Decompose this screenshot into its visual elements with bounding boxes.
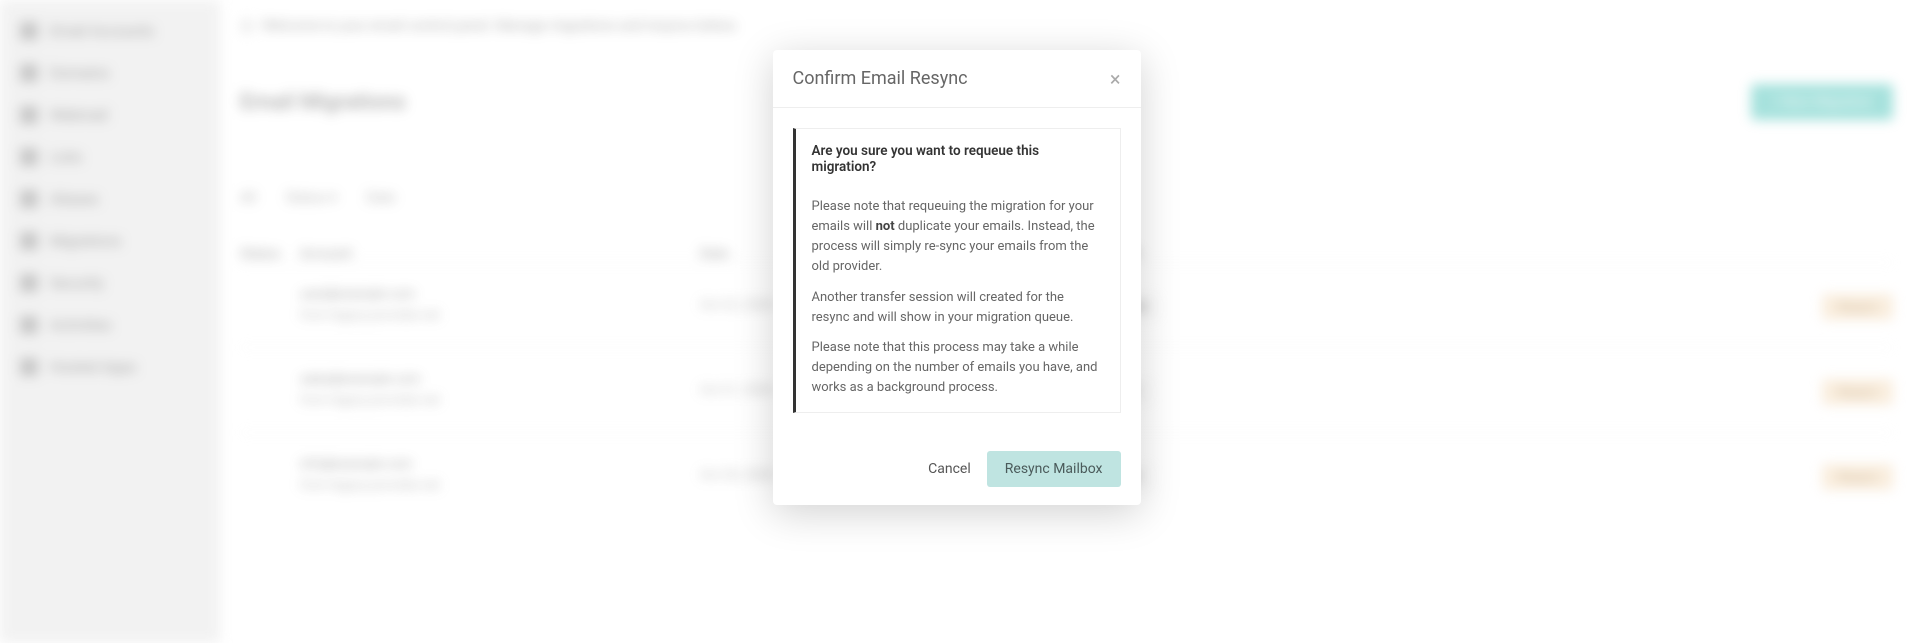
modal-message: Are you sure you want to requeue this mi… bbox=[793, 128, 1121, 413]
modal-title: Confirm Email Resync bbox=[793, 68, 968, 89]
modal-paragraph-1: Please note that requeuing the migration… bbox=[812, 197, 1104, 278]
confirm-resync-modal: Confirm Email Resync × Are you sure you … bbox=[773, 50, 1141, 505]
resync-mailbox-button[interactable]: Resync Mailbox bbox=[987, 451, 1121, 487]
modal-overlay: Confirm Email Resync × Are you sure you … bbox=[0, 0, 1913, 643]
modal-paragraph-3: Please note that this process may take a… bbox=[812, 338, 1104, 398]
cancel-button[interactable]: Cancel bbox=[928, 461, 971, 477]
modal-paragraph-2: Another transfer session will created fo… bbox=[812, 288, 1104, 328]
modal-heading: Are you sure you want to requeue this mi… bbox=[812, 143, 1104, 175]
close-icon[interactable]: × bbox=[1110, 69, 1121, 89]
